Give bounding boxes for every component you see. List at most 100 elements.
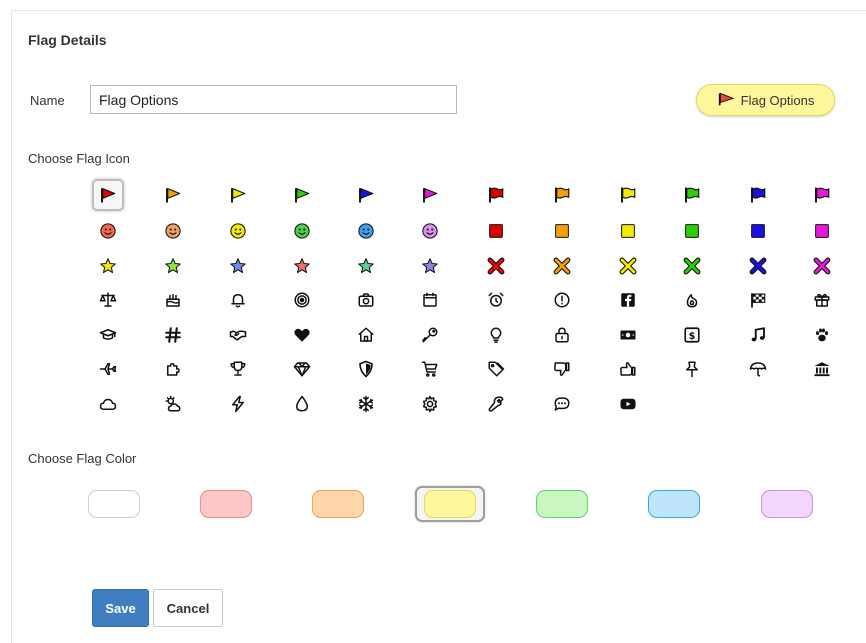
paw-icon[interactable] [806,319,838,351]
color-swatch-white[interactable] [88,490,140,518]
pennant-red-icon[interactable] [92,179,124,211]
balance-scale-icon[interactable] [92,284,124,316]
key-icon[interactable] [414,319,446,351]
flag-details-panel: Flag Details Name Flag Options Choose Fl… [11,10,866,643]
bank-icon[interactable] [806,353,838,385]
name-label: Name [30,93,65,108]
smiley-red-icon[interactable] [92,215,124,247]
star-blue-icon[interactable] [222,250,254,282]
puzzle-piece-icon[interactable] [157,353,189,385]
smiley-purple-icon[interactable] [414,215,446,247]
star-green-icon[interactable] [157,250,189,282]
facebook-icon[interactable] [612,284,644,316]
shopping-cart-icon[interactable] [414,353,446,385]
thumbtack-icon[interactable] [676,353,708,385]
lock-icon[interactable] [546,319,578,351]
smiley-yellow-icon[interactable] [222,215,254,247]
heart-icon[interactable] [286,319,318,351]
smiley-blue-icon[interactable] [350,215,382,247]
star-purple-icon[interactable] [414,250,446,282]
square-yellow-icon[interactable] [612,215,644,247]
graduation-cap-icon[interactable] [92,319,124,351]
fire-icon[interactable] [676,284,708,316]
gem-icon[interactable] [286,353,318,385]
pennant-orange-icon[interactable] [157,179,189,211]
dialog-title: Flag Details [28,32,107,48]
money-bill-icon[interactable] [612,319,644,351]
droplet-icon[interactable] [286,388,318,420]
icon-grid: $ [68,179,848,421]
color-swatch-red[interactable] [200,490,252,518]
x-red-icon[interactable] [480,250,512,282]
square-orange-icon[interactable] [546,215,578,247]
square-blue-icon[interactable] [742,215,774,247]
trophy-icon[interactable] [222,353,254,385]
alarm-clock-icon[interactable] [480,284,512,316]
flag-preview-badge: Flag Options [696,84,835,116]
x-orange-icon[interactable] [546,250,578,282]
flag-orange-icon[interactable] [546,179,578,211]
birthday-cake-icon[interactable] [157,284,189,316]
svg-text:$: $ [689,331,696,342]
cog-icon[interactable] [414,388,446,420]
x-yellow-icon[interactable] [612,250,644,282]
color-swatch-orange[interactable] [312,490,364,518]
x-green-icon[interactable] [676,250,708,282]
thumbs-down-icon[interactable] [546,353,578,385]
shield-icon[interactable] [350,353,382,385]
name-input[interactable] [90,85,457,114]
x-blue-icon[interactable] [742,250,774,282]
preview-label: Flag Options [740,92,815,108]
bolt-icon[interactable] [222,388,254,420]
star-green-outline-icon[interactable] [350,250,382,282]
thumbs-up-icon[interactable] [612,353,644,385]
color-swatch-yellow[interactable] [424,490,476,518]
color-swatch-purple[interactable] [761,490,813,518]
exclamation-circle-icon[interactable] [546,284,578,316]
music-note-icon[interactable] [742,319,774,351]
square-red-icon[interactable] [480,215,512,247]
save-button[interactable]: Save [92,589,149,627]
pennant-yellow-icon[interactable] [222,179,254,211]
hashtag-icon[interactable] [157,319,189,351]
lightbulb-icon[interactable] [480,319,512,351]
checkered-flag-icon[interactable] [742,284,774,316]
airplane-icon[interactable] [92,353,124,385]
flag-green-icon[interactable] [676,179,708,211]
x-magenta-icon[interactable] [806,250,838,282]
color-swatch-blue[interactable] [648,490,700,518]
pennant-magenta-icon[interactable] [414,179,446,211]
smiley-green-icon[interactable] [286,215,318,247]
youtube-icon[interactable] [612,388,644,420]
umbrella-icon[interactable] [742,353,774,385]
square-magenta-icon[interactable] [806,215,838,247]
pennant-blue-icon[interactable] [350,179,382,211]
cloud-sun-icon[interactable] [157,388,189,420]
bullseye-icon[interactable] [286,284,318,316]
flag-blue-icon[interactable] [742,179,774,211]
color-swatch-green[interactable] [536,490,588,518]
flag-red-icon[interactable] [480,179,512,211]
smiley-orange-icon[interactable] [157,215,189,247]
pennant-green-icon[interactable] [286,179,318,211]
snowflake-icon[interactable] [350,388,382,420]
choose-flag-icon-label: Choose Flag Icon [28,151,130,166]
camera-icon[interactable] [350,284,382,316]
choose-flag-color-label: Choose Flag Color [28,451,137,466]
cloud-icon[interactable] [92,388,124,420]
flag-magenta-icon[interactable] [806,179,838,211]
gift-icon[interactable] [806,284,838,316]
square-green-icon[interactable] [676,215,708,247]
comment-dots-icon[interactable] [546,388,578,420]
wrench-icon[interactable] [480,388,512,420]
tag-icon[interactable] [480,353,512,385]
bell-icon[interactable] [222,284,254,316]
home-icon[interactable] [350,319,382,351]
star-red-icon[interactable] [286,250,318,282]
dollar-square-icon[interactable]: $ [676,319,708,351]
handshake-icon[interactable] [222,319,254,351]
flag-yellow-icon[interactable] [612,179,644,211]
cancel-button[interactable]: Cancel [153,589,223,627]
star-yellow-icon[interactable] [92,250,124,282]
calendar-icon[interactable] [414,284,446,316]
